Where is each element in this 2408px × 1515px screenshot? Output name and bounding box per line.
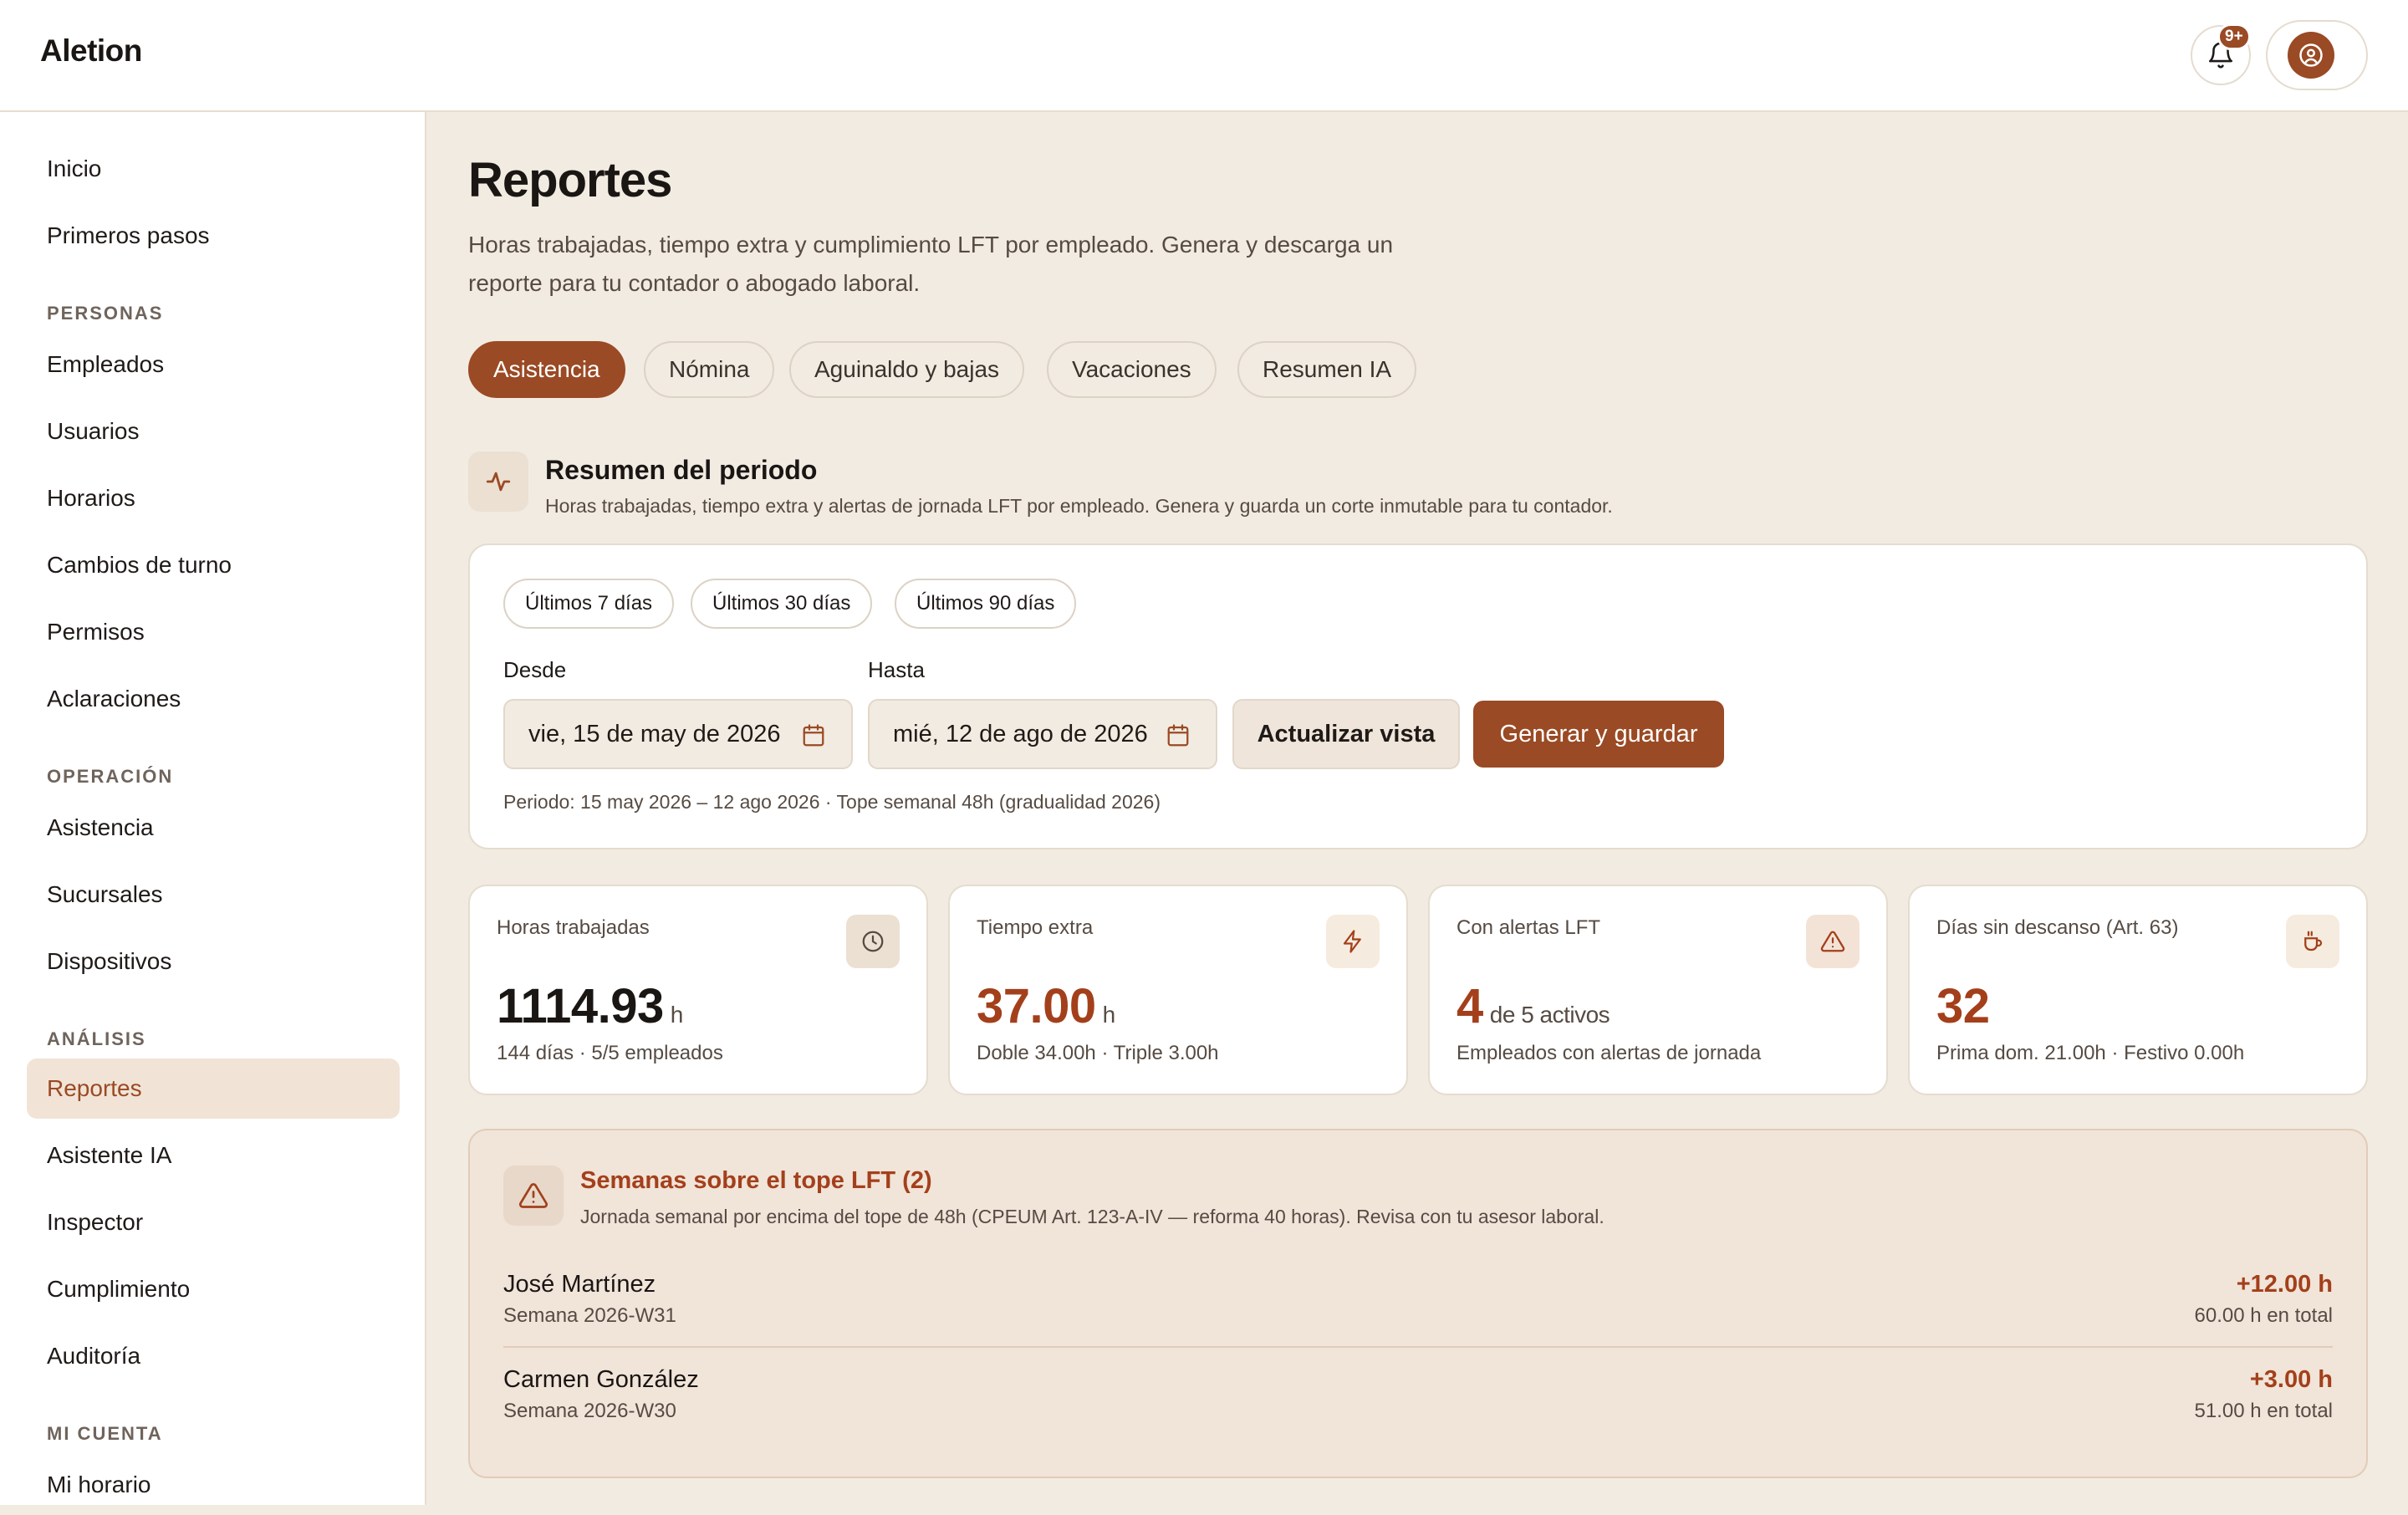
stat-unit: h — [670, 1002, 684, 1028]
notifications-badge: 9+ — [2217, 23, 2251, 50]
stat-sub: 144 días · 5/5 empleados — [497, 1042, 723, 1064]
stat-sub: Prima dom. 21.00h · Festivo 0.00h — [1936, 1042, 2245, 1064]
summary-title: Resumen del periodo — [545, 455, 818, 485]
alert-row[interactable]: José Martínez Semana 2026-W31 +12.00 h 6… — [503, 1271, 2333, 1354]
to-date-input[interactable]: mié, 12 de ago de 2026 — [868, 699, 1217, 769]
refresh-view-button[interactable]: Actualizar vista — [1232, 699, 1460, 769]
stat-value: 37.00 — [977, 979, 1096, 1033]
stat-value: 4 — [1457, 979, 1483, 1033]
stat-value-wrapper: 4 de 5 activos — [1457, 978, 1610, 1034]
sidebar-item-sucursales[interactable]: Sucursales — [27, 865, 400, 925]
page-description: Horas trabajadas, tiempo extra y cumplim… — [468, 232, 1394, 296]
summary-subtitle: Horas trabajadas, tiempo extra y alertas… — [545, 495, 1613, 517]
sidebar-item-asistente-ia[interactable]: Asistente IA — [27, 1125, 400, 1186]
stat-sub: Empleados con alertas de jornada — [1457, 1042, 1762, 1064]
divider — [503, 1346, 2333, 1348]
generate-and-save-button[interactable]: Generar y guardar — [1473, 701, 1724, 768]
top-bar — [0, 0, 2408, 112]
stat-value: 32 — [1936, 979, 1990, 1033]
sidebar-item-reportes[interactable]: Reportes — [27, 1058, 400, 1119]
total-hours: 60.00 h en total — [2194, 1304, 2333, 1327]
employee-name: Carmen González — [503, 1366, 699, 1393]
lightning-icon — [1326, 915, 1380, 968]
stat-card-days-without-rest: Días sin descanso (Art. 63) 32 Prima dom… — [1908, 885, 2368, 1095]
preset-90-days-button[interactable]: Últimos 90 días — [895, 579, 1077, 629]
clock-icon — [846, 915, 900, 968]
extra-hours: +3.00 h — [2249, 1366, 2333, 1393]
tab-vacaciones[interactable]: Vacaciones — [1047, 341, 1217, 398]
tab-nomina[interactable]: Nómina — [644, 341, 775, 398]
from-date-value: vie, 15 de may de 2026 — [528, 720, 781, 747]
stat-value-wrapper: 32 — [1936, 978, 1997, 1034]
to-label: Hasta — [868, 657, 925, 682]
sidebar-item-permisos[interactable]: Permisos — [27, 602, 400, 662]
total-hours: 51.00 h en total — [2194, 1400, 2333, 1422]
stat-card-hours-worked: Horas trabajadas 1114.93 h 144 días · 5/5… — [468, 885, 928, 1095]
sidebar-item-cambios-de-turno[interactable]: Cambios de turno — [27, 535, 400, 595]
warning-icon — [503, 1166, 564, 1226]
stat-card-overtime: Tiempo extra 37.00 h Doble 34.00h · Tripl… — [948, 885, 1408, 1095]
sidebar-item-usuarios[interactable]: Usuarios — [27, 401, 400, 462]
stat-sub: Doble 34.00h · Triple 3.00h — [977, 1042, 1219, 1064]
stat-card-lft-alerts: Con alertas LFT 4 de 5 activos Empleados … — [1428, 885, 1888, 1095]
avatar[interactable] — [2288, 32, 2334, 79]
tab-aguinaldo-y-bajas[interactable]: Aguinaldo y bajas — [789, 341, 1025, 398]
sidebar-item-aclaraciones[interactable]: Aclaraciones — [27, 669, 400, 729]
stat-unit: h — [1102, 1002, 1116, 1028]
extra-hours: +12.00 h — [2236, 1271, 2333, 1298]
activity-icon — [468, 451, 528, 512]
tab-resumen-ia[interactable]: Resumen IA — [1237, 341, 1417, 398]
week-label: Semana 2026-W30 — [503, 1400, 676, 1422]
sidebar-item-horarios[interactable]: Horarios — [27, 468, 400, 528]
sidebar-item-cumplimiento[interactable]: Cumplimiento — [27, 1259, 400, 1319]
preset-30-days-button[interactable]: Últimos 30 días — [691, 579, 873, 629]
brand-logo[interactable]: Aletion — [40, 33, 142, 69]
stat-unit: de 5 activos — [1489, 1002, 1610, 1028]
alert-subtitle: Jornada semanal por encima del tope de 4… — [580, 1206, 1604, 1227]
page-title: Reportes — [468, 153, 672, 207]
sidebar-section-personas: PERSONAS — [47, 303, 164, 324]
sidebar-section-analisis: ANÁLISIS — [47, 1028, 146, 1049]
from-label: Desde — [503, 657, 567, 682]
alert-row[interactable]: Carmen González Semana 2026-W30 +3.00 h … — [503, 1366, 2333, 1450]
preset-7-days-button[interactable]: Últimos 7 días — [503, 579, 675, 629]
sidebar-section-mi-cuenta: MI CUENTA — [47, 1423, 163, 1444]
week-label: Semana 2026-W31 — [503, 1304, 676, 1327]
sidebar-item-inspector[interactable]: Inspector — [27, 1192, 400, 1252]
sidebar-item-primeros-pasos[interactable]: Primeros pasos — [27, 206, 400, 266]
sidebar-item-asistencia[interactable]: Asistencia — [27, 798, 400, 858]
sidebar-item-mi-horario[interactable]: Mi horario — [27, 1455, 400, 1515]
user-circle-icon — [2299, 43, 2323, 67]
period-note: Periodo: 15 may 2026 – 12 ago 2026 · Top… — [503, 791, 1161, 813]
alert-title: Semanas sobre el tope LFT (2) — [580, 1167, 932, 1194]
stat-label: Tiempo extra — [977, 916, 1094, 939]
tab-asistencia[interactable]: Asistencia — [468, 341, 625, 398]
stat-value-wrapper: 37.00 h — [977, 978, 1115, 1034]
sidebar-item-auditoria[interactable]: Auditoría — [27, 1326, 400, 1386]
warning-icon — [1806, 915, 1860, 968]
employee-name: José Martínez — [503, 1271, 656, 1298]
stat-value: 1114.93 — [497, 979, 664, 1033]
sidebar-item-dispositivos[interactable]: Dispositivos — [27, 931, 400, 992]
calendar-icon[interactable] — [801, 723, 826, 748]
stat-label: Días sin descanso (Art. 63) — [1936, 916, 2179, 939]
sidebar-section-operacion: OPERACIÓN — [47, 766, 174, 787]
stat-label: Horas trabajadas — [497, 916, 650, 939]
from-date-input[interactable]: vie, 15 de may de 2026 — [503, 699, 853, 769]
stat-label: Con alertas LFT — [1457, 916, 1601, 939]
coffee-icon — [2286, 915, 2339, 968]
sidebar-item-empleados[interactable]: Empleados — [27, 334, 400, 395]
sidebar-item-inicio[interactable]: Inicio — [27, 139, 400, 199]
calendar-icon[interactable] — [1166, 723, 1191, 748]
stat-value-wrapper: 1114.93 h — [497, 978, 683, 1034]
to-date-value: mié, 12 de ago de 2026 — [893, 720, 1148, 747]
